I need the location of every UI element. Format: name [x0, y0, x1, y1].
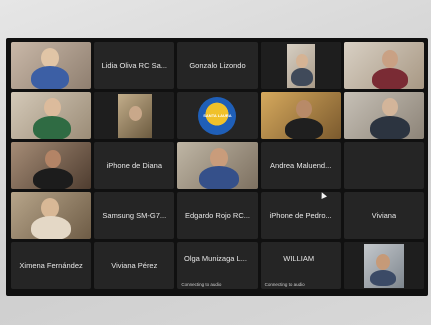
participant-video [343, 42, 424, 89]
participant-tile[interactable] [343, 92, 424, 139]
participant-tile[interactable]: Viviana [343, 192, 424, 239]
participant-video [343, 92, 424, 139]
participant-tile[interactable] [260, 92, 341, 139]
participant-video [94, 92, 175, 139]
audio-status: Connecting to audio [181, 282, 222, 287]
participant-name: Viviana [371, 211, 397, 220]
participant-name: Viviana Pérez [111, 261, 158, 270]
participant-video [11, 142, 92, 189]
participant-tile[interactable] [177, 142, 258, 189]
participant-name: WILLIAM [283, 254, 315, 264]
participant-video [177, 142, 258, 189]
participant-tile[interactable]: Lidia Oliva RC Sa... [94, 42, 175, 89]
participant-tile[interactable]: SANTA LAURA [177, 92, 258, 139]
participant-name: Ximena Fernández [19, 261, 83, 270]
participant-video [343, 242, 424, 289]
participant-tile[interactable]: Edgardo Rojo RC... [177, 192, 258, 239]
participant-video [11, 92, 92, 139]
participant-name: Andrea Maluend... [270, 161, 332, 170]
participant-tile[interactable]: iPhone de Pedro... [260, 192, 341, 239]
participant-tile[interactable]: Olga Munizaga L... Connecting to audio [177, 242, 258, 289]
participant-name: Edgardo Rojo RC... [184, 211, 251, 220]
participant-name: iPhone de Diana [106, 161, 163, 170]
participant-tile[interactable] [11, 92, 92, 139]
participant-name: Olga Munizaga L... [184, 254, 247, 264]
audio-status: Connecting to audio [264, 282, 305, 287]
participant-gallery: Lidia Oliva RC Sa... Gonzalo Lizondo SAN… [11, 42, 424, 289]
participant-video [260, 42, 341, 89]
participant-tile[interactable]: Ximena Fernández [11, 242, 92, 289]
participant-tile[interactable] [260, 42, 341, 89]
participant-video [11, 192, 92, 239]
participant-tile[interactable]: WILLIAM Connecting to audio [260, 242, 341, 289]
participant-tile[interactable] [343, 42, 424, 89]
participant-tile[interactable]: Viviana Pérez [94, 242, 175, 289]
participant-name: Gonzalo Lizondo [189, 61, 246, 70]
participant-name: Lidia Oliva RC Sa... [101, 61, 168, 70]
participant-name: iPhone de Pedro... [269, 211, 332, 220]
participant-video [260, 92, 341, 139]
participant-name: Samsung SM-G7... [102, 211, 167, 220]
participant-tile[interactable] [11, 42, 92, 89]
participant-tile[interactable] [11, 142, 92, 189]
participant-tile[interactable]: Gonzalo Lizondo [177, 42, 258, 89]
club-logo: SANTA LAURA [198, 96, 237, 135]
participant-tile[interactable] [343, 242, 424, 289]
participant-tile-empty [343, 142, 424, 189]
participant-tile[interactable]: Samsung SM-G7... [94, 192, 175, 239]
participant-tile[interactable] [11, 192, 92, 239]
participant-tile[interactable] [94, 92, 175, 139]
participant-tile[interactable]: iPhone de Diana [94, 142, 175, 189]
participant-tile[interactable]: Andrea Maluend... [260, 142, 341, 189]
participant-video [11, 42, 92, 89]
